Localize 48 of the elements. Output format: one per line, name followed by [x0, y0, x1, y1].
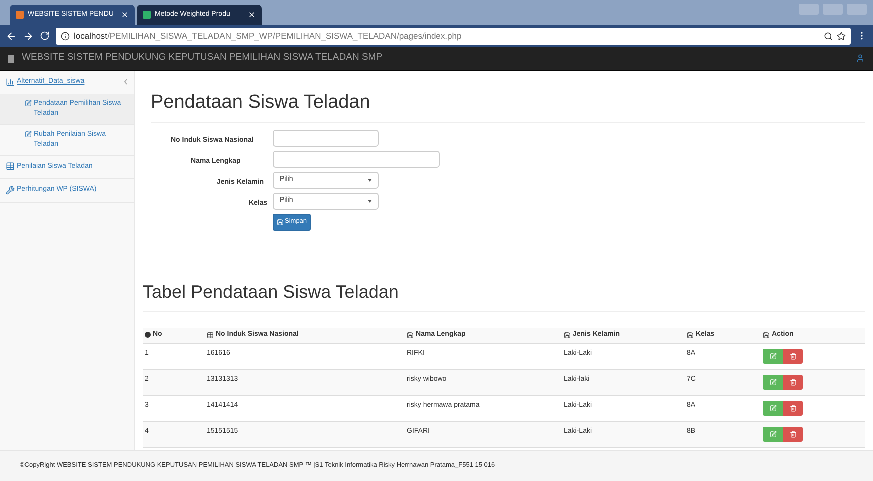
save-icon [763, 332, 770, 338]
tab-favicon-icon [16, 11, 24, 19]
edit-icon [770, 352, 776, 360]
input-field[interactable] [273, 150, 440, 168]
reload-icon[interactable] [40, 31, 50, 41]
trash-icon [790, 352, 796, 360]
wrench-icon [6, 186, 15, 195]
save-icon [277, 218, 284, 226]
search-icon[interactable] [824, 32, 833, 40]
edit-icon [25, 100, 32, 106]
chevron-left-icon [124, 79, 128, 86]
delete-button[interactable] [783, 400, 803, 416]
edit-icon [770, 404, 776, 412]
edit-button[interactable] [763, 348, 783, 364]
trash-icon [790, 430, 796, 438]
dropdown-icon [368, 200, 372, 202]
edit-button[interactable] [763, 426, 783, 442]
document-icon [8, 54, 14, 62]
page-heading: Pendataan Siswa Teladan [151, 91, 372, 115]
save-icon [687, 332, 694, 338]
tab-favicon-icon [143, 11, 151, 19]
star-icon[interactable] [837, 32, 846, 40]
url-text: localhost/PEMILIHAN_SISWA_TELADAN_SMP_WP/PEMILIHAN_SISWA_TELADAN/pages/index.php [74, 30, 463, 42]
chart-icon [6, 78, 15, 87]
delete-button[interactable] [783, 426, 803, 442]
input-field[interactable] [273, 130, 379, 146]
table-heading: Tabel Pendataan Siswa Teladan [143, 280, 400, 304]
close-icon[interactable] [121, 11, 129, 19]
forward-icon[interactable] [23, 30, 34, 42]
table-icon [6, 162, 15, 172]
dropdown-icon [368, 178, 372, 182]
info-icon [61, 32, 70, 40]
edit-icon [770, 430, 776, 438]
edit-icon [25, 130, 32, 138]
table-icon [207, 332, 214, 338]
delete-button[interactable] [783, 348, 803, 364]
save-icon [564, 332, 571, 338]
address-bar[interactable]: localhost/PEMILIHAN_SISWA_TELADAN_SMP_WP/PEMILIHAN_SISWA_TELADAN/pages/index.php [56, 28, 851, 44]
close-icon[interactable] [248, 11, 256, 19]
save-icon [407, 332, 414, 338]
trash-icon [790, 404, 796, 412]
user-icon[interactable] [856, 54, 865, 63]
edit-icon [770, 378, 776, 386]
back-icon[interactable] [6, 30, 17, 42]
delete-button[interactable] [783, 374, 803, 390]
edit-button[interactable] [763, 374, 783, 390]
edit-button[interactable] [763, 400, 783, 416]
trash-icon [790, 378, 796, 386]
